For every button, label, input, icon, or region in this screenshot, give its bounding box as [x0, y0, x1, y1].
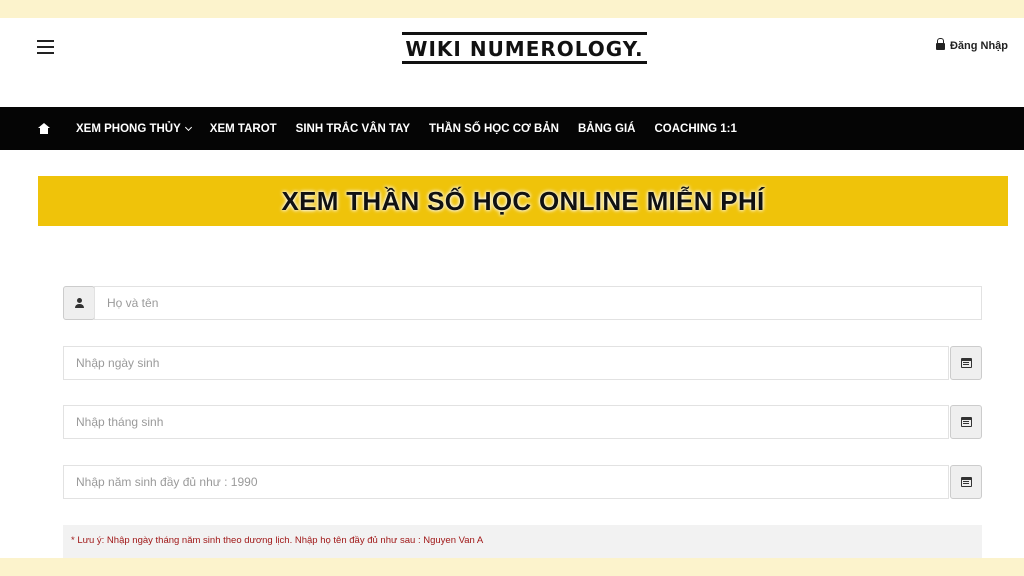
login-label: Đăng Nhập	[949, 40, 1008, 52]
chevron-down-icon	[184, 123, 192, 131]
hamburger-menu-icon[interactable]	[37, 40, 54, 54]
name-field-group	[63, 286, 982, 320]
nav-item-phong-thuy[interactable]: XEM PHONG THỦY	[76, 122, 192, 135]
login-link[interactable]: Đăng Nhập	[935, 37, 1008, 52]
nav-item-label: SINH TRẮC VÂN TAY	[295, 122, 411, 135]
day-field-group	[63, 346, 982, 380]
month-input[interactable]	[63, 405, 949, 439]
nav-item-label: BẢNG GIÁ	[577, 122, 636, 135]
page: WIKI NUMEROLOGY. Đăng Nhập XEM PHONG THỦ…	[0, 18, 1024, 558]
name-addon	[63, 286, 95, 320]
home-icon[interactable]	[38, 123, 50, 134]
year-input[interactable]	[63, 465, 949, 499]
form-note-text: * Lưu ý: Nhập ngày tháng năm sinh theo d…	[71, 535, 484, 546]
lock-icon	[935, 37, 945, 51]
calendar-icon	[960, 477, 972, 487]
page-title: XEM THẦN SỐ HỌC ONLINE MIỄN PHÍ	[281, 185, 765, 216]
logo-text: WIKI NUMEROLOGY.	[405, 37, 644, 61]
nav-item-coaching[interactable]: COACHING 1:1	[654, 123, 736, 135]
nav-item-bang-gia[interactable]: BẢNG GIÁ	[578, 123, 636, 135]
year-field-group	[63, 465, 982, 499]
name-input[interactable]	[94, 286, 982, 320]
year-calendar-button[interactable]	[950, 465, 982, 499]
nav-item-label: COACHING 1:1	[654, 122, 737, 135]
nav-item-sinh-trac-van-tay[interactable]: SINH TRẮC VÂN TAY	[296, 123, 410, 135]
nav-item-label: XEM TAROT	[209, 122, 277, 135]
form-note: * Lưu ý: Nhập ngày tháng năm sinh theo d…	[63, 525, 982, 558]
nav-item-than-so-hoc-co-ban[interactable]: THẦN SỐ HỌC CƠ BẢN	[429, 123, 559, 135]
nav-item-tarot[interactable]: XEM TAROT	[210, 123, 277, 135]
day-input[interactable]	[63, 346, 949, 380]
calendar-icon	[960, 358, 972, 368]
calendar-icon	[960, 417, 972, 427]
main-navbar: XEM PHONG THỦY XEM TAROT SINH TRẮC VÂN T…	[0, 107, 1024, 150]
month-field-group	[63, 405, 982, 439]
user-icon	[74, 298, 84, 308]
day-calendar-button[interactable]	[950, 346, 982, 380]
nav-items: XEM PHONG THỦY XEM TAROT SINH TRẮC VÂN T…	[76, 123, 756, 135]
page-banner: XEM THẦN SỐ HỌC ONLINE MIỄN PHÍ	[38, 176, 1008, 226]
month-calendar-button[interactable]	[950, 405, 982, 439]
nav-item-label: THẦN SỐ HỌC CƠ BẢN	[429, 122, 559, 135]
site-header: WIKI NUMEROLOGY. Đăng Nhập	[0, 18, 1024, 107]
site-logo[interactable]: WIKI NUMEROLOGY.	[402, 32, 647, 64]
nav-item-label: XEM PHONG THỦY	[76, 122, 181, 135]
